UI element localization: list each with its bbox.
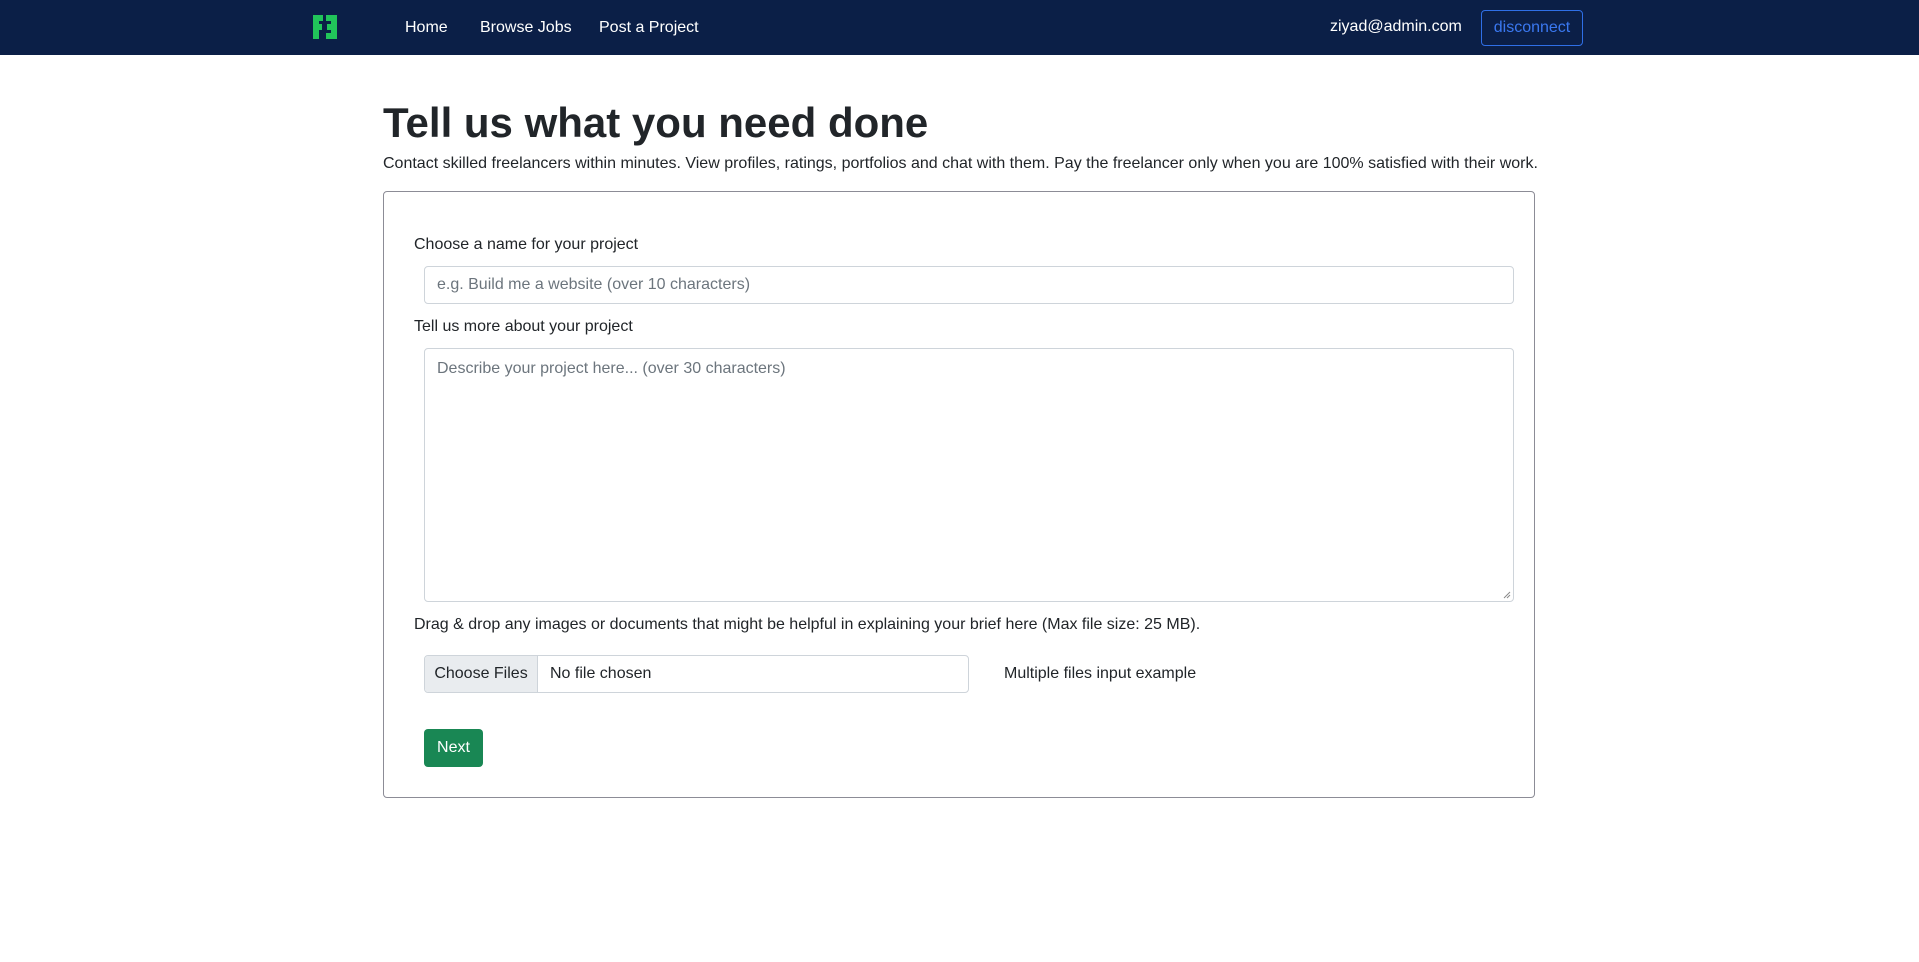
- project-description-placeholder: Describe your project here... (over 30 c…: [437, 360, 786, 377]
- nav-home-link[interactable]: Home: [405, 18, 448, 38]
- user-email: ziyad@admin.com: [1330, 18, 1462, 35]
- project-description-textarea[interactable]: Describe your project here... (over 30 c…: [424, 348, 1514, 602]
- file-upload-label: Drag & drop any images or documents that…: [414, 616, 1201, 633]
- file-status-text: No file chosen: [550, 665, 652, 682]
- top-navbar: Home Browse Jobs Post a Project ziyad@ad…: [0, 0, 1919, 55]
- disconnect-button[interactable]: disconnect: [1481, 10, 1583, 46]
- project-name-label: Choose a name for your project: [414, 236, 639, 253]
- file-input-helper-text: Multiple files input example: [1004, 665, 1197, 682]
- nav-post-project-link[interactable]: Post a Project: [599, 18, 699, 38]
- project-description-label: Tell us more about your project: [414, 318, 633, 335]
- file-upload-input[interactable]: Choose Files No file chosen: [424, 655, 969, 693]
- next-button[interactable]: Next: [424, 729, 483, 767]
- page-title: Tell us what you need done: [383, 99, 929, 146]
- choose-files-button[interactable]: Choose Files: [425, 656, 538, 692]
- page-subtitle: Contact skilled freelancers within minut…: [383, 155, 1538, 172]
- nav-browse-jobs-link[interactable]: Browse Jobs: [480, 18, 572, 38]
- resize-handle-icon[interactable]: [1503, 591, 1511, 599]
- f-logo-icon[interactable]: [310, 12, 340, 42]
- project-name-placeholder: e.g. Build me a website (over 10 charact…: [437, 276, 751, 293]
- project-name-input[interactable]: e.g. Build me a website (over 10 charact…: [424, 266, 1514, 304]
